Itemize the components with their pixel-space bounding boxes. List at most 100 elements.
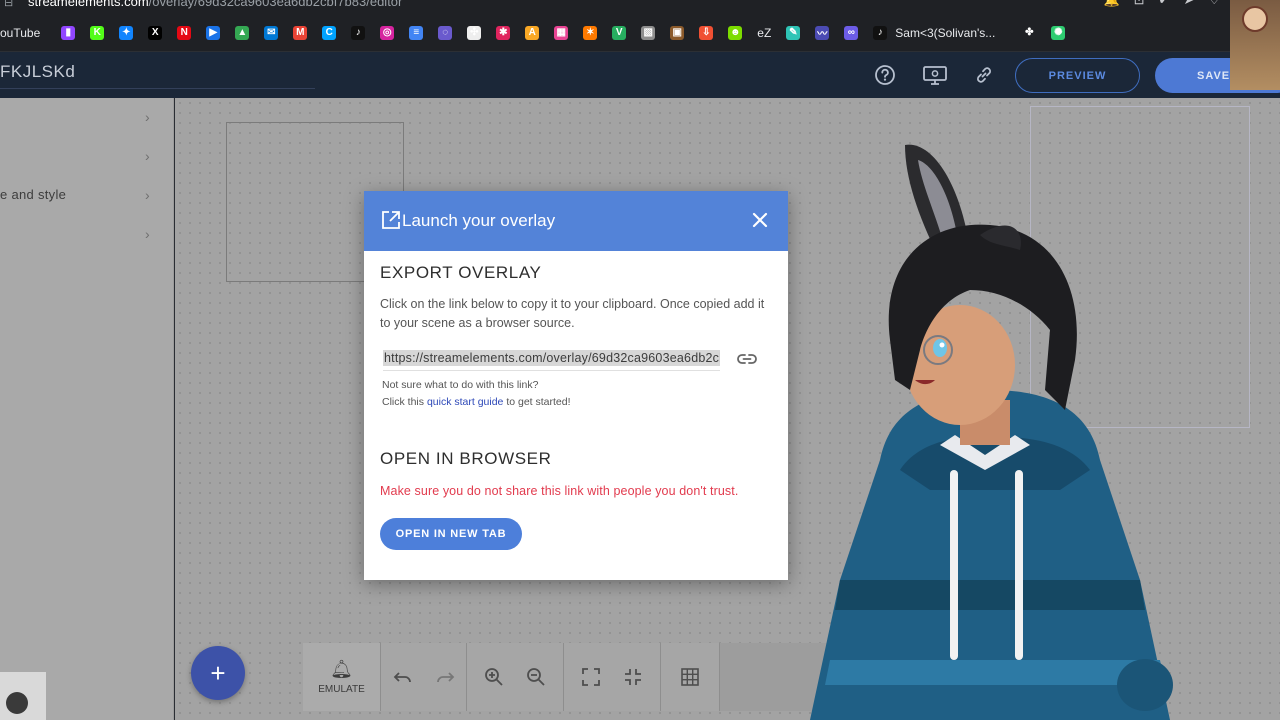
extension-icons: 🔔 ⊡ ✔ ➤ ♡ bbox=[1103, 0, 1220, 6]
bookmark-item[interactable]: X bbox=[141, 25, 170, 40]
bookmark-item[interactable]: ▲ bbox=[228, 25, 257, 40]
extension-icon[interactable]: ♡ bbox=[1208, 0, 1220, 6]
bookmark-item[interactable]: V bbox=[605, 25, 634, 40]
pinwheel-icon: ✣ bbox=[467, 25, 482, 40]
fit-screen-icon[interactable] bbox=[612, 668, 654, 686]
vtuber-avatar-image bbox=[810, 144, 1173, 720]
bookmark-item[interactable]: ≡ bbox=[402, 25, 431, 40]
star-app-icon: ✶ bbox=[583, 25, 598, 40]
emulate-label: EMULATE bbox=[318, 683, 365, 695]
open-in-new-tab-button[interactable]: OPEN IN NEW TAB bbox=[380, 518, 522, 550]
bookmark-item[interactable]: ◌ bbox=[431, 25, 460, 40]
sidebar-item[interactable]: › bbox=[0, 98, 174, 136]
export-description: Click on the link below to copy it to yo… bbox=[380, 297, 765, 330]
bookmark-item[interactable]: ▮ bbox=[54, 25, 83, 40]
bookmark-item[interactable]: eZ bbox=[750, 26, 779, 40]
drive-icon: ▲ bbox=[235, 25, 250, 40]
bookmark-item[interactable]: ▧ bbox=[634, 25, 663, 40]
bookmark-item[interactable]: ✤ bbox=[1015, 25, 1044, 40]
bookmark-item[interactable]: 〰 bbox=[808, 25, 837, 40]
site-info-icon[interactable]: ⊟ bbox=[4, 0, 13, 9]
bookmark-item[interactable]: M bbox=[286, 25, 315, 40]
browser-address-bar[interactable]: ⊟ streamelements.com/overlay/69d32ca9603… bbox=[0, 0, 1280, 14]
chat-icon: ✎ bbox=[786, 25, 801, 40]
twitch-icon: ▮ bbox=[61, 25, 76, 40]
launch-overlay-dialog: Launch your overlay EXPORT OVERLAY Click… bbox=[364, 191, 788, 580]
bookmarks-bar: ouTube ▮ K ✦ X N ▶ ▲ ✉ M C ♪ ◎ ≡ ◌ ✣ ✱ A ▦ ✶ V ▧ ▣ ⇩ ☻ eZ ✎ 〰 ∞ ♪ Sam<… bbox=[0, 14, 1280, 52]
docs-icon: ≡ bbox=[409, 25, 424, 40]
bookmark-item[interactable]: ☻ bbox=[721, 25, 750, 40]
open-external-icon bbox=[382, 211, 400, 229]
bookmark-item[interactable]: A bbox=[518, 25, 547, 40]
zoom-in-icon[interactable] bbox=[473, 667, 515, 687]
dialog-header: Launch your overlay bbox=[364, 191, 788, 251]
bookmark-item[interactable]: ✺ bbox=[1044, 25, 1073, 40]
download-icon: ⇩ bbox=[699, 25, 714, 40]
editor-header: FKJLSKd PREVIEW SAVE bbox=[0, 52, 1280, 98]
preview-button[interactable]: PREVIEW bbox=[1015, 58, 1140, 93]
dialog-title: Launch your overlay bbox=[402, 211, 556, 230]
extension-icon[interactable]: ✔ bbox=[1159, 0, 1170, 6]
bookmark-item[interactable]: ▣ bbox=[663, 25, 692, 40]
chevron-right-icon: › bbox=[145, 148, 150, 164]
ao3-icon: A bbox=[525, 25, 540, 40]
bookmark-item[interactable]: ▶ bbox=[199, 25, 228, 40]
undo-icon[interactable] bbox=[382, 670, 424, 684]
extension-icon[interactable]: 🔔 bbox=[1103, 0, 1119, 6]
bookmark-item[interactable]: C bbox=[315, 25, 344, 40]
extension-icon[interactable]: ⊡ bbox=[1134, 0, 1145, 6]
redo-icon[interactable] bbox=[424, 670, 466, 684]
bookmark-item[interactable]: ▦ bbox=[547, 25, 576, 40]
open-in-browser-heading: OPEN IN BROWSER bbox=[380, 449, 552, 468]
mail-icon: ✉ bbox=[264, 25, 279, 40]
overlay-name-field[interactable]: FKJLSKd bbox=[0, 62, 75, 82]
overlay-link-text[interactable]: https://streamelements.com/overlay/69d32… bbox=[383, 350, 720, 366]
x-icon: X bbox=[148, 25, 163, 40]
bookmark-item[interactable]: ✶ bbox=[576, 25, 605, 40]
monitor-settings-icon[interactable] bbox=[922, 63, 948, 87]
bookmark-item[interactable]: K bbox=[83, 25, 112, 40]
url-text: streamelements.com/overlay/69d32ca9603ea… bbox=[28, 0, 403, 9]
bookmark-item[interactable]: ✱ bbox=[489, 25, 518, 40]
bookmark-item[interactable]: ✎ bbox=[779, 25, 808, 40]
bookmark-item[interactable]: N bbox=[170, 25, 199, 40]
bookmark-item[interactable]: ✦ bbox=[112, 25, 141, 40]
sidebar-item-size-and-style[interactable]: e and style › bbox=[0, 176, 174, 214]
add-widget-button[interactable]: + bbox=[191, 646, 245, 700]
bookmark-item[interactable]: ◎ bbox=[373, 25, 402, 40]
ghost-icon: ✤ bbox=[1022, 25, 1037, 40]
name-field-underline bbox=[0, 88, 315, 89]
bookmark-item[interactable]: ✣ bbox=[460, 25, 489, 40]
close-icon[interactable] bbox=[750, 210, 770, 230]
sidebar-item[interactable]: › bbox=[0, 215, 174, 253]
bookmark-item[interactable]: ⇩ bbox=[692, 25, 721, 40]
bookmark-label: ouTube bbox=[0, 25, 41, 40]
extension-icon[interactable]: ➤ bbox=[1183, 0, 1194, 6]
sidebar-item[interactable]: › bbox=[0, 137, 174, 175]
fullscreen-icon[interactable] bbox=[570, 668, 612, 686]
zoom-out-icon[interactable] bbox=[515, 667, 557, 687]
bookmark-item[interactable]: ✉ bbox=[257, 25, 286, 40]
emulate-button[interactable]: 🔔︎ EMULATE bbox=[303, 643, 381, 711]
quick-start-guide-link[interactable]: quick start guide bbox=[427, 396, 503, 408]
profile-avatar[interactable] bbox=[1230, 0, 1280, 90]
overlay-link-field[interactable]: https://streamelements.com/overlay/69d32… bbox=[383, 349, 720, 371]
bookmark-label: eZ bbox=[757, 25, 772, 40]
help-icon[interactable] bbox=[873, 63, 897, 87]
wave-icon: 〰 bbox=[815, 25, 830, 40]
copy-link-icon[interactable] bbox=[972, 63, 996, 87]
spark-icon: ✺ bbox=[1051, 25, 1066, 40]
bookmark-item[interactable]: ouTube bbox=[0, 26, 54, 40]
bluesky-icon: ✦ bbox=[119, 25, 134, 40]
bookmark-item[interactable]: ♪ Sam<3(Solivan's... bbox=[866, 25, 1015, 40]
chevron-right-icon: › bbox=[145, 226, 150, 242]
grid-icon[interactable] bbox=[669, 667, 711, 687]
sidebar-item-label: e and style bbox=[0, 187, 67, 202]
netflix-icon: N bbox=[177, 25, 192, 40]
bookmark-item[interactable]: ∞ bbox=[837, 25, 866, 40]
copy-link-icon[interactable] bbox=[737, 351, 757, 367]
canvas-toolbar: 🔔︎ EMULATE bbox=[303, 643, 863, 711]
bookmark-item[interactable]: ♪ bbox=[344, 25, 373, 40]
swirl-icon: ◌ bbox=[438, 25, 453, 40]
warning-text: Make sure you do not share this link wit… bbox=[380, 484, 739, 498]
